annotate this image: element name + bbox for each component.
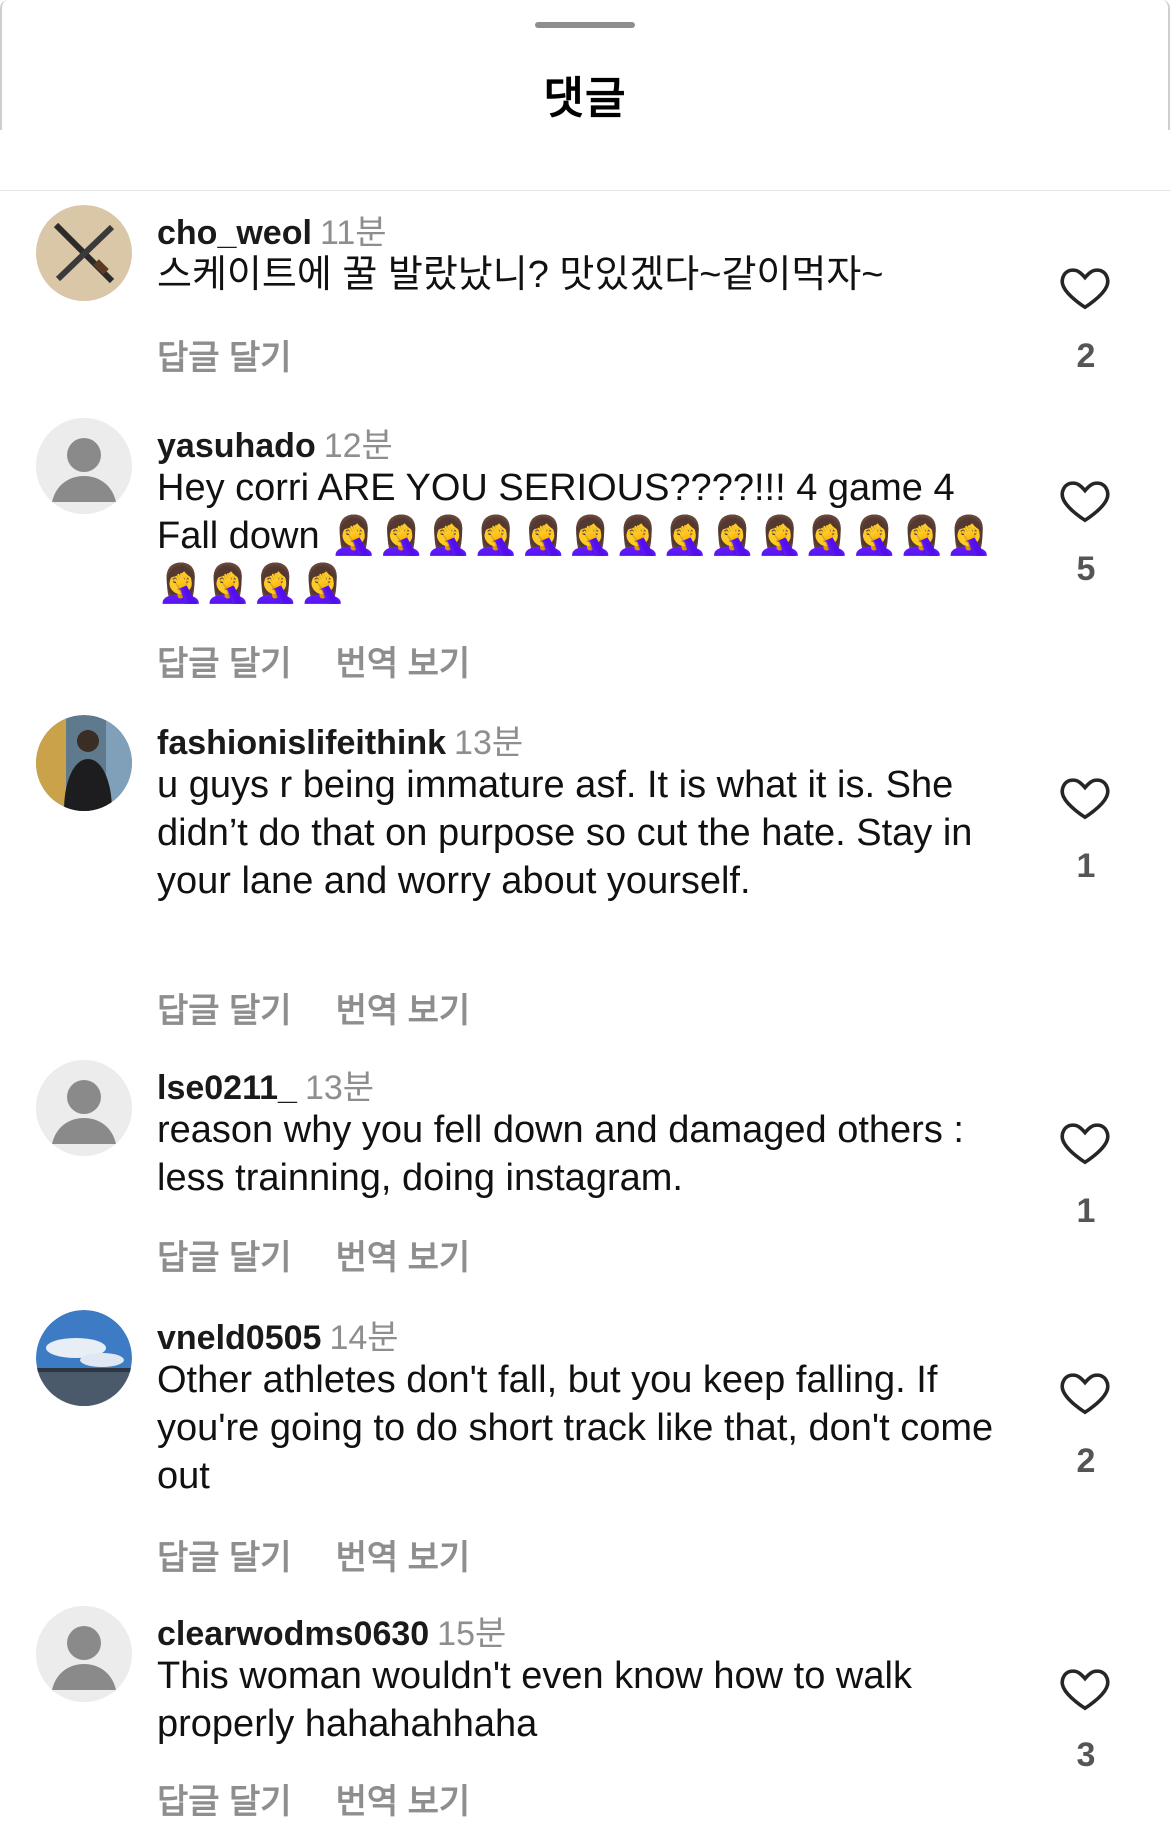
username[interactable]: yasuhado [157,427,316,465]
comment-text: This woman wouldn't even know how to wal… [157,1655,923,1745]
avatar[interactable] [36,1310,132,1406]
username[interactable]: fashionislifeithink [157,724,446,762]
comment-text: 스케이트에 꿀 발랐났니? 맛있겠다~같이먹자~ [157,254,884,296]
reply-button[interactable]: 답글 달기 [157,1239,292,1277]
like-button[interactable] [1058,770,1112,824]
comment-text: reason why you fell down and damaged oth… [157,1109,975,1199]
default-avatar-icon [36,1060,132,1156]
comment-text: u guys r being immature asf. It is what … [157,764,984,902]
heart-icon [1060,268,1110,310]
like-button[interactable] [1058,260,1112,314]
timestamp: 15분 [437,1615,507,1653]
like-count: 1 [1076,1192,1096,1230]
like-button[interactable] [1058,1365,1112,1419]
reply-button[interactable]: 답글 달기 [157,1539,292,1577]
comment-actions: 답글 달기 [157,330,336,379]
comment-header: vneld0505 14분 [157,1310,399,1359]
comment-header: clearwodms0630 15분 [157,1606,506,1655]
username[interactable]: lse0211_ [157,1069,297,1107]
avatar-knives-image [36,205,132,301]
comment-header: yasuhado 12분 [157,418,393,467]
avatar[interactable] [36,205,132,301]
comment-actions: 답글 달기 번역 보기 [157,1774,514,1823]
timestamp: 12분 [323,427,393,465]
timestamp: 14분 [329,1319,399,1357]
avatar-sky-image [36,1310,132,1406]
default-avatar-icon [36,418,132,514]
translate-button[interactable]: 번역 보기 [336,992,471,1030]
reply-button[interactable]: 답글 달기 [157,339,292,377]
reply-button[interactable]: 답글 달기 [157,1783,292,1821]
like-count: 1 [1076,847,1096,885]
avatar[interactable] [36,418,132,514]
timestamp: 13분 [454,724,524,762]
comment-actions: 답글 달기 번역 보기 [157,1530,514,1579]
avatar-person-image [36,715,132,811]
page-title: 댓글 [543,74,627,123]
comments-sheet: 댓글 cho_weol 11분 스케이트에 꿀 발랐났니? 맛있겠다~같이먹자~ … [0,0,1170,1827]
reply-button[interactable]: 답글 달기 [157,992,292,1030]
comment-actions: 답글 달기 번역 보기 [157,983,514,1032]
heart-icon [1060,481,1110,523]
translate-button[interactable]: 번역 보기 [336,645,471,683]
timestamp: 13분 [304,1069,375,1107]
heart-icon [1060,1373,1110,1415]
reply-button[interactable]: 답글 달기 [157,645,292,683]
heart-icon [1060,1123,1110,1165]
default-avatar-icon [36,1606,132,1702]
like-button[interactable] [1058,1115,1112,1169]
username[interactable]: cho_weol [157,214,312,252]
comment-header: cho_weol 11분 [157,205,387,254]
translate-button[interactable]: 번역 보기 [336,1239,471,1277]
like-count: 5 [1076,550,1096,588]
like-count: 2 [1076,1442,1096,1480]
comment-actions: 답글 달기 번역 보기 [157,1230,514,1279]
like-button[interactable] [1058,473,1112,527]
like-count: 3 [1076,1736,1096,1774]
comment-header: lse0211_ 13분 [157,1060,374,1109]
translate-button[interactable]: 번역 보기 [336,1783,471,1821]
username[interactable]: vneld0505 [157,1319,321,1357]
username[interactable]: clearwodms0630 [157,1615,429,1653]
avatar[interactable] [36,1606,132,1702]
heart-icon [1060,1669,1110,1711]
like-count: 2 [1076,337,1096,375]
avatar[interactable] [36,715,132,811]
comment-text: Other athletes don't fall, but you keep … [157,1359,1004,1497]
comment-header: fashionislifeithink 13분 [157,715,523,764]
like-button[interactable] [1058,1661,1112,1715]
drag-handle[interactable] [535,22,635,28]
comment-text: Hey corri ARE YOU SERIOUS????!!! 4 game … [157,467,993,605]
comment-actions: 답글 달기 번역 보기 [157,636,514,685]
avatar[interactable] [36,1060,132,1156]
timestamp: 11분 [319,214,387,252]
translate-button[interactable]: 번역 보기 [336,1539,471,1577]
heart-icon [1060,778,1110,820]
